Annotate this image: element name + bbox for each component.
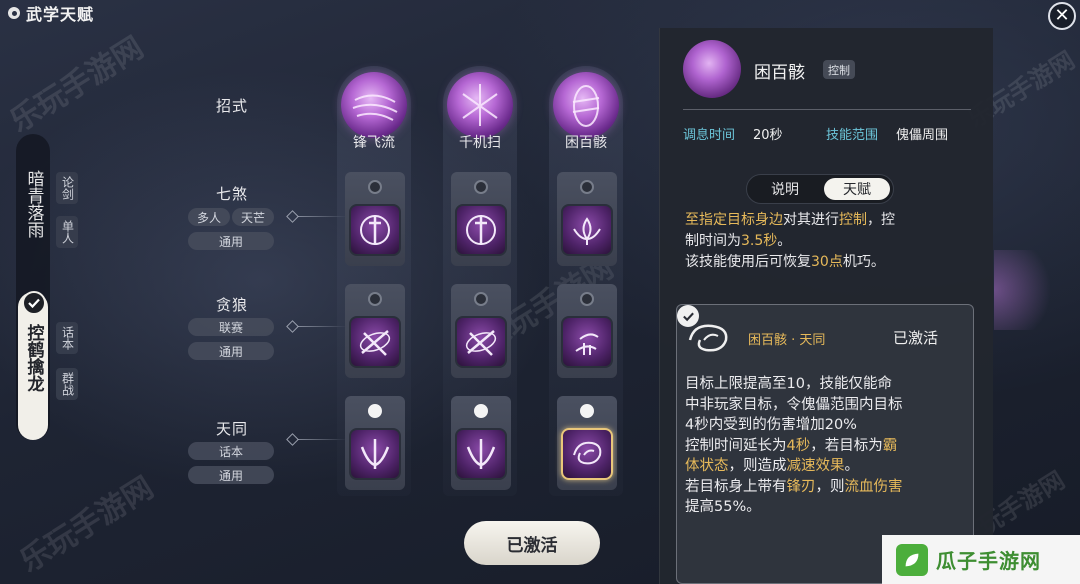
talent-sword-emblem-icon[interactable] [349, 204, 401, 256]
skill-qian-ji-sao-icon[interactable] [447, 72, 513, 138]
mode-pill: 天芒 [232, 208, 274, 226]
talent-winged-sword-icon[interactable] [349, 428, 401, 480]
close-button[interactable]: ✕ [1048, 2, 1076, 30]
character-name: 暗青落雨 [23, 170, 44, 238]
talent-winged-sword-icon[interactable] [455, 428, 507, 480]
character-tag: 话本 [56, 322, 78, 354]
divider [683, 109, 971, 110]
talent-status-dot [580, 404, 594, 418]
mode-pill: 多人 [188, 208, 230, 226]
connector-diamond [286, 433, 299, 446]
skill-feng-fei-liu-icon[interactable] [341, 72, 407, 138]
talent-status-dot [474, 292, 488, 306]
talent-leaf-swirl-icon [688, 324, 728, 352]
skill-kun-bai-hai-icon[interactable] [553, 72, 619, 138]
talent-status-dot [580, 292, 594, 306]
brand-name: 瓜子手游网 [936, 549, 1041, 573]
range-value: 傀儡周围 [896, 128, 949, 143]
selected-check-icon [22, 291, 46, 315]
brand-logo-icon [896, 543, 928, 576]
skill-name: 锋飞流 [353, 135, 395, 151]
talent-name: 困百骸 · 天同 [748, 333, 826, 348]
skill-name: 千机扫 [459, 135, 501, 151]
row-label-tanlang: 贪狼 [216, 296, 249, 314]
row-label-moves: 招式 [216, 97, 249, 115]
talent-vortex-leaf-icon[interactable] [561, 428, 613, 480]
range-label: 技能范围 [826, 128, 879, 143]
page-title: 武学天赋 [26, 5, 95, 24]
mode-pill: 通用 [188, 232, 274, 250]
skill-name: 困百骸 [565, 135, 607, 151]
detail-skill-icon [683, 40, 741, 98]
watermark: 乐玩手游网 [3, 30, 150, 140]
cooldown-value: 20秒 [753, 128, 783, 143]
watermark: 乐玩手游网 [13, 470, 160, 580]
cooldown-label: 调息时间 [683, 128, 736, 143]
character-tag: 论剑 [56, 172, 78, 204]
brand-watermark: 瓜子手游网 [882, 535, 1080, 584]
detail-skill-name: 困百骸 [754, 63, 805, 83]
talent-description: 目标上限提高至10，技能仅能命 中非玩家目标，令傀儡范围内目标 4秒内受到的伤害… [685, 376, 903, 515]
mode-pill: 联赛 [188, 318, 274, 336]
skill-type-badge: 控制 [823, 60, 855, 79]
next-column-preview [994, 250, 1080, 330]
talent-crossed-blades-icon[interactable] [349, 316, 401, 368]
talent-wind-swirl-icon[interactable] [561, 316, 613, 368]
title-logo-icon [8, 7, 20, 19]
talent-sword-emblem-icon[interactable] [455, 204, 507, 256]
character-name-active: 控鹤擒龙 [23, 324, 44, 392]
activated-button[interactable]: 已激活 [464, 521, 600, 565]
connector-diamond [286, 320, 299, 333]
talent-status-dot [474, 180, 488, 194]
character-tag: 群战 [56, 368, 78, 400]
row-label-tiantong: 天同 [216, 420, 249, 438]
row-label-qisha: 七煞 [216, 185, 249, 203]
mode-pill: 通用 [188, 466, 274, 484]
character-tag: 单人 [56, 216, 78, 248]
talent-status-dot [474, 404, 488, 418]
talent-status: 已激活 [893, 329, 939, 347]
mode-pill: 话本 [188, 442, 274, 460]
tab-description[interactable]: 说明 [754, 178, 816, 200]
tab-talent[interactable]: 天赋 [824, 178, 890, 200]
talent-status-dot [368, 404, 382, 418]
title-bar: 武学天赋 [0, 0, 300, 26]
talent-lotus-icon[interactable] [561, 204, 613, 256]
talent-crossed-blades-icon[interactable] [455, 316, 507, 368]
character-tab-inactive[interactable]: 暗青落雨 [18, 170, 48, 238]
connector-diamond [286, 210, 299, 223]
talent-status-dot [368, 292, 382, 306]
mode-pill: 通用 [188, 342, 274, 360]
talent-status-dot [368, 180, 382, 194]
skill-description: 至指定目标身边对其进行控制，控 制时间为3.5秒。 该技能使用后可恢复30点机巧… [685, 212, 895, 270]
talent-status-dot [580, 180, 594, 194]
